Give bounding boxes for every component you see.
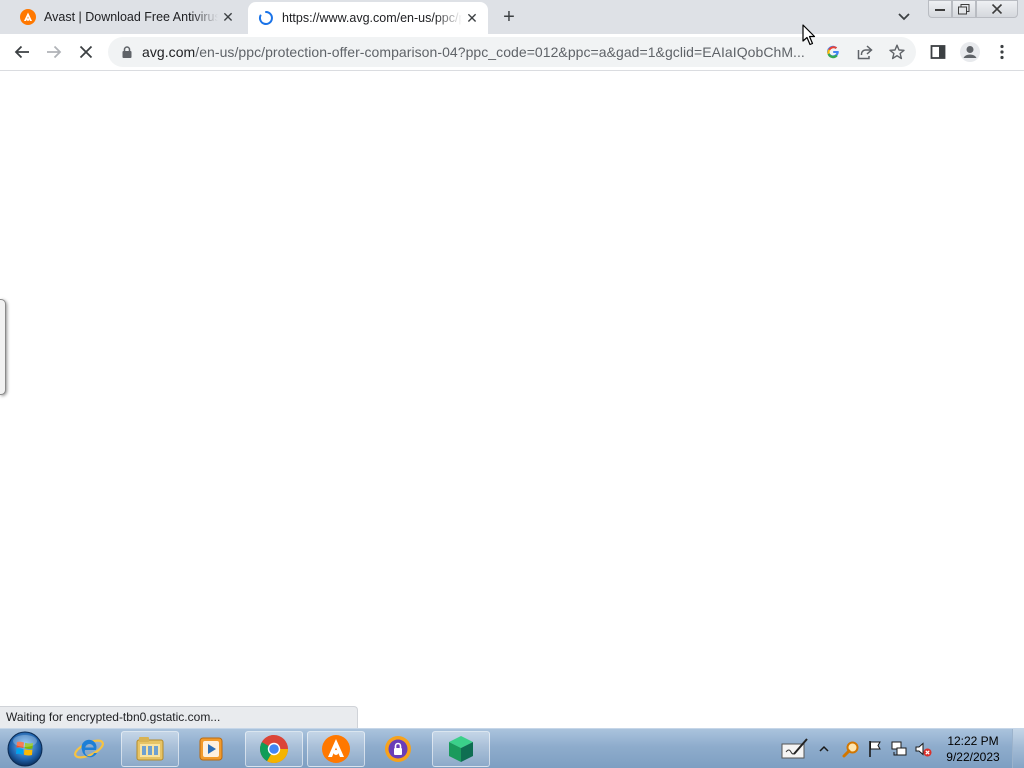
toolbar: avg.com/en-us/ppc/protection-offer-compa… — [0, 34, 1024, 71]
taskbar: 12:22 PM 9/22/2023 — [0, 728, 1024, 768]
volume-muted-icon[interactable] — [913, 739, 933, 759]
url-host: avg.com — [142, 44, 196, 60]
restore-button[interactable] — [952, 0, 976, 18]
tab-search-icon[interactable] — [892, 6, 916, 28]
stop-loading-button[interactable] — [72, 38, 100, 66]
status-bar: Waiting for encrypted-tbn0.gstatic.com..… — [0, 706, 358, 728]
show-hidden-icons-icon[interactable] — [817, 739, 831, 759]
url-text[interactable]: avg.com/en-us/ppc/protection-offer-compa… — [142, 44, 812, 60]
avast-icon — [20, 9, 36, 25]
page-content — [0, 71, 1024, 728]
show-desktop-button[interactable] — [1012, 729, 1024, 768]
taskbar-internet-explorer[interactable] — [60, 731, 118, 767]
close-tab-icon[interactable]: ✕ — [462, 8, 482, 28]
taskbar-avast[interactable] — [307, 731, 365, 767]
url-path: /en-us/ppc/protection-offer-comparison-0… — [195, 44, 805, 60]
bookmark-star-icon[interactable] — [886, 41, 908, 63]
start-button[interactable] — [3, 730, 47, 768]
back-button[interactable] — [8, 38, 36, 66]
network-icon[interactable] — [889, 739, 909, 759]
close-tab-icon[interactable]: ✕ — [218, 7, 238, 27]
side-panel-icon[interactable] — [924, 38, 952, 66]
action-center-flag-icon[interactable] — [865, 739, 885, 759]
lock-icon[interactable] — [120, 45, 134, 59]
profile-avatar-icon[interactable] — [956, 38, 984, 66]
clock-date: 9/22/2023 — [946, 750, 1000, 764]
share-icon[interactable] — [854, 41, 876, 63]
loading-spinner-icon — [258, 11, 273, 25]
screen: Avast | Download Free Antivirus & VPN ✕ … — [0, 0, 1024, 768]
clock[interactable]: 12:22 PM 9/22/2023 — [938, 733, 1008, 765]
tab-avg[interactable]: https://www.avg.com/en-us/ppc/protection… — [248, 2, 488, 34]
tab-strip: Avast | Download Free Antivirus & VPN ✕ … — [0, 0, 1024, 34]
avast-icon — [322, 735, 350, 763]
tab-title: https://www.avg.com/en-us/ppc/protection… — [282, 11, 462, 25]
tray-search-icon[interactable] — [841, 739, 861, 759]
taskbar-vpn[interactable] — [369, 731, 427, 767]
taskbar-file-explorer[interactable] — [121, 731, 179, 767]
tab-title: Avast | Download Free Antivirus & VPN — [44, 10, 218, 24]
tray-pen-icon[interactable] — [780, 735, 810, 763]
taskbar-media-player[interactable] — [182, 731, 240, 767]
tab-avast[interactable]: Avast | Download Free Antivirus & VPN ✕ — [8, 0, 244, 34]
side-panel-handle[interactable] — [0, 299, 6, 395]
windows-logo-icon — [7, 731, 43, 767]
minimize-button[interactable] — [928, 0, 952, 18]
chrome-icon — [260, 735, 288, 763]
file-explorer-icon — [136, 737, 164, 761]
package-icon — [449, 736, 473, 762]
taskbar-package[interactable] — [432, 731, 490, 767]
taskbar-chrome[interactable] — [245, 731, 303, 767]
clock-time: 12:22 PM — [947, 734, 999, 748]
internet-explorer-icon — [74, 739, 104, 759]
new-tab-icon[interactable]: + — [496, 5, 522, 29]
vpn-icon — [385, 736, 411, 762]
mouse-cursor-icon — [802, 24, 816, 46]
forward-button[interactable] — [40, 38, 68, 66]
media-player-icon — [199, 737, 223, 761]
close-window-button[interactable] — [976, 0, 1018, 18]
address-bar[interactable]: avg.com/en-us/ppc/protection-offer-compa… — [108, 37, 916, 67]
google-translate-icon[interactable] — [822, 41, 844, 63]
menu-kebab-icon[interactable] — [988, 38, 1016, 66]
